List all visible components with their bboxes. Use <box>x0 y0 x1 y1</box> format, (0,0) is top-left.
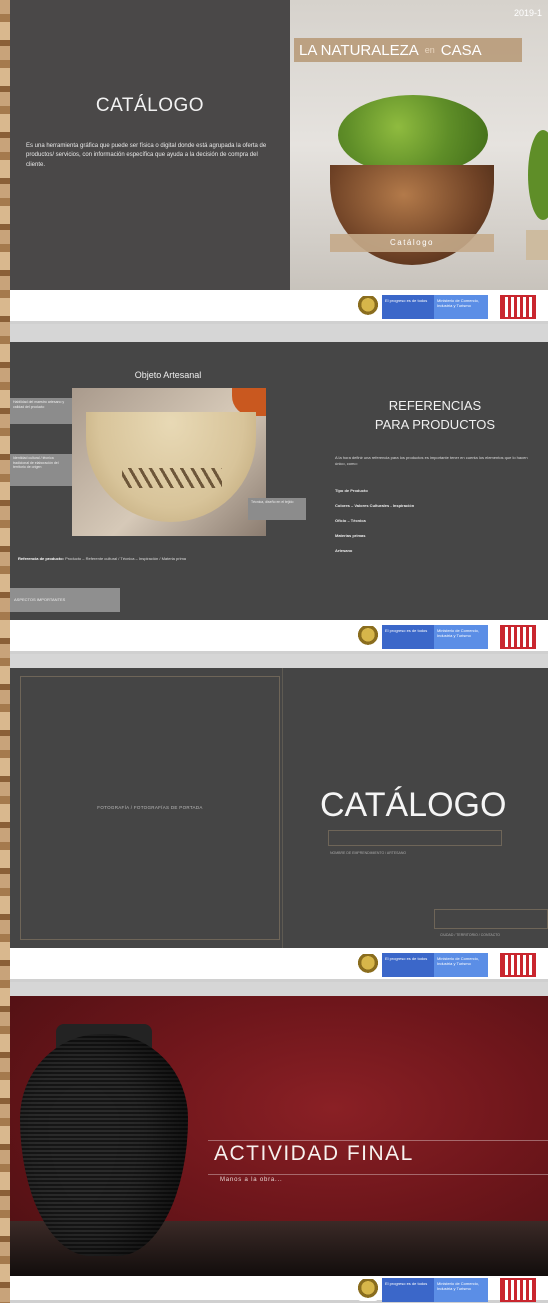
contact-field[interactable] <box>434 909 548 929</box>
gov-ministry: Ministerio de Comercio, Industria y Turi… <box>434 1278 488 1302</box>
list-item: Oficio – Técnica <box>335 518 366 523</box>
slide4-title: ACTIVIDAD FINAL <box>214 1142 414 1165</box>
gov-ministry: Ministerio de Comercio, Industria y Turi… <box>434 953 488 977</box>
business-name-field[interactable] <box>328 830 502 846</box>
slide-gap <box>10 324 548 342</box>
callout-note-1: Habilidad del maestro artesano y calidad… <box>10 398 72 424</box>
banner-mid-text: en <box>424 45 435 55</box>
gov-slogan: El progreso es de todos <box>382 1278 434 1302</box>
callout-note-3: Técnica, diseño en el tejido <box>248 498 306 520</box>
colombia-shield-icon <box>358 954 378 976</box>
gov-logo-box: El progreso es de todos Ministerio de Co… <box>382 625 488 649</box>
list-item: Materias primas <box>335 533 366 538</box>
cover-photo-frame[interactable]: FOTOGRAFÍA / FOTOGRAFÍAS DE PORTADA <box>20 676 280 940</box>
slide1-left-panel: CATÁLOGO Es una herramienta gráfica que … <box>10 0 290 290</box>
gov-logos: El progreso es de todos Ministerio de Co… <box>358 294 536 320</box>
object-title: Objeto Artesanal <box>134 370 202 380</box>
reference-label: Referencia de producto: <box>18 556 65 561</box>
artesanias-logo-icon <box>500 953 536 977</box>
plant-image <box>338 95 488 175</box>
banner-right-text: CASA <box>440 41 482 59</box>
slide3-title: CATÁLOGO <box>320 786 507 824</box>
slide4-tagline: Manos a la obra... <box>220 1177 283 1183</box>
contact-caption: CIUDAD / TERRITORIO / CONTACTO <box>440 933 501 937</box>
artesanias-logo-icon <box>500 1278 536 1302</box>
list-item: Tipo de Producto <box>335 488 368 493</box>
artesanias-logo-icon <box>500 625 536 649</box>
slide-gap <box>10 654 548 668</box>
gov-logo-box: El progreso es de todos Ministerio de Co… <box>382 1278 488 1302</box>
slide-actividad-final[interactable]: ACTIVIDAD FINAL Manos a la obra... <box>10 996 548 1276</box>
year-label: 2019-1 <box>513 8 542 18</box>
colombia-shield-icon <box>358 626 378 648</box>
slide1-cover-image: 2019-1 LA NATURALEZA en CASA Catálogo <box>290 0 548 290</box>
referencias-description: A la hora definir una referencia para lo… <box>335 455 528 466</box>
gov-logos: El progreso es de todos Ministerio de Co… <box>358 1277 536 1303</box>
aspectos-button[interactable]: ASPECTOS IMPORTANTES <box>10 588 120 612</box>
cover-side-box <box>526 230 548 260</box>
slide-catalogo-template[interactable]: FOTOGRAFÍA / FOTOGRAFÍAS DE PORTADA CATÁ… <box>10 668 548 948</box>
woven-bowl-image <box>86 412 256 522</box>
heading-line1: REFERENCIAS <box>388 398 482 413</box>
colombia-shield-icon <box>358 1279 378 1301</box>
reference-line: Referencia de producto: Producto – Refer… <box>18 556 338 561</box>
slide3-footer: El progreso es de todos Ministerio de Co… <box>10 948 548 982</box>
colombia-shield-icon <box>358 296 378 318</box>
reference-items-list: Tipo de Producto Colores – Valores Cultu… <box>335 488 535 563</box>
gov-logo-box: El progreso es de todos Ministerio de Co… <box>382 295 488 319</box>
gov-logos: El progreso es de todos Ministerio de Co… <box>358 624 536 650</box>
title-rule-bottom <box>208 1174 548 1175</box>
slide1-footer: El progreso es de todos Ministerio de Co… <box>10 290 548 324</box>
slide1-title: CATÁLOGO <box>95 95 205 116</box>
list-item: Artesano <box>335 548 353 553</box>
slide1-description: Es una herramienta gráfica que puede ser… <box>26 143 267 168</box>
gov-slogan: El progreso es de todos <box>382 953 434 977</box>
heading-line2: PARA PRODUCTOS <box>374 416 496 432</box>
gov-ministry: Ministerio de Comercio, Industria y Turi… <box>434 295 488 319</box>
black-woven-vase-image <box>20 1034 188 1256</box>
gov-logos: El progreso es de todos Ministerio de Co… <box>358 952 536 978</box>
cover-banner: LA NATURALEZA en CASA <box>294 38 522 62</box>
gov-logo-box: El progreso es de todos Ministerio de Co… <box>382 953 488 977</box>
list-item: Colores – Valores Culturales - Inspiraci… <box>335 503 415 508</box>
business-name-caption: NOMBRE DE EMPRENDIMIENTO / ARTESANO <box>330 851 407 855</box>
slide4-footer: El progreso es de todos Ministerio de Co… <box>10 1276 548 1303</box>
banner-left-text: LA NATURALEZA <box>299 41 419 59</box>
divider <box>282 668 283 948</box>
referencias-heading: REFERENCIAS PARA PRODUCTOS <box>330 397 540 435</box>
cover-catalog-label: Catálogo <box>330 234 494 252</box>
gov-slogan: El progreso es de todos <box>382 625 434 649</box>
frame-placeholder-text: FOTOGRAFÍA / FOTOGRAFÍAS DE PORTADA <box>97 805 203 810</box>
gov-slogan: El progreso es de todos <box>382 295 434 319</box>
second-plant-image <box>528 130 548 220</box>
artesanias-logo-icon <box>500 295 536 319</box>
reference-detail: Producto – Referente cultural / Técnica … <box>65 556 187 561</box>
slide-referencias[interactable]: Objeto Artesanal Habilidad del maestro a… <box>10 342 548 620</box>
callout-note-2: Identidad cultural / técnica tradicional… <box>10 454 72 486</box>
bowl-photo <box>72 388 266 536</box>
slide-gap <box>10 982 548 996</box>
slide-catalogo-intro[interactable]: CATÁLOGO Es una herramienta gráfica que … <box>10 0 548 290</box>
gov-ministry: Ministerio de Comercio, Industria y Turi… <box>434 625 488 649</box>
title-rule-top <box>208 1140 548 1141</box>
slide2-footer: El progreso es de todos Ministerio de Co… <box>10 620 548 654</box>
